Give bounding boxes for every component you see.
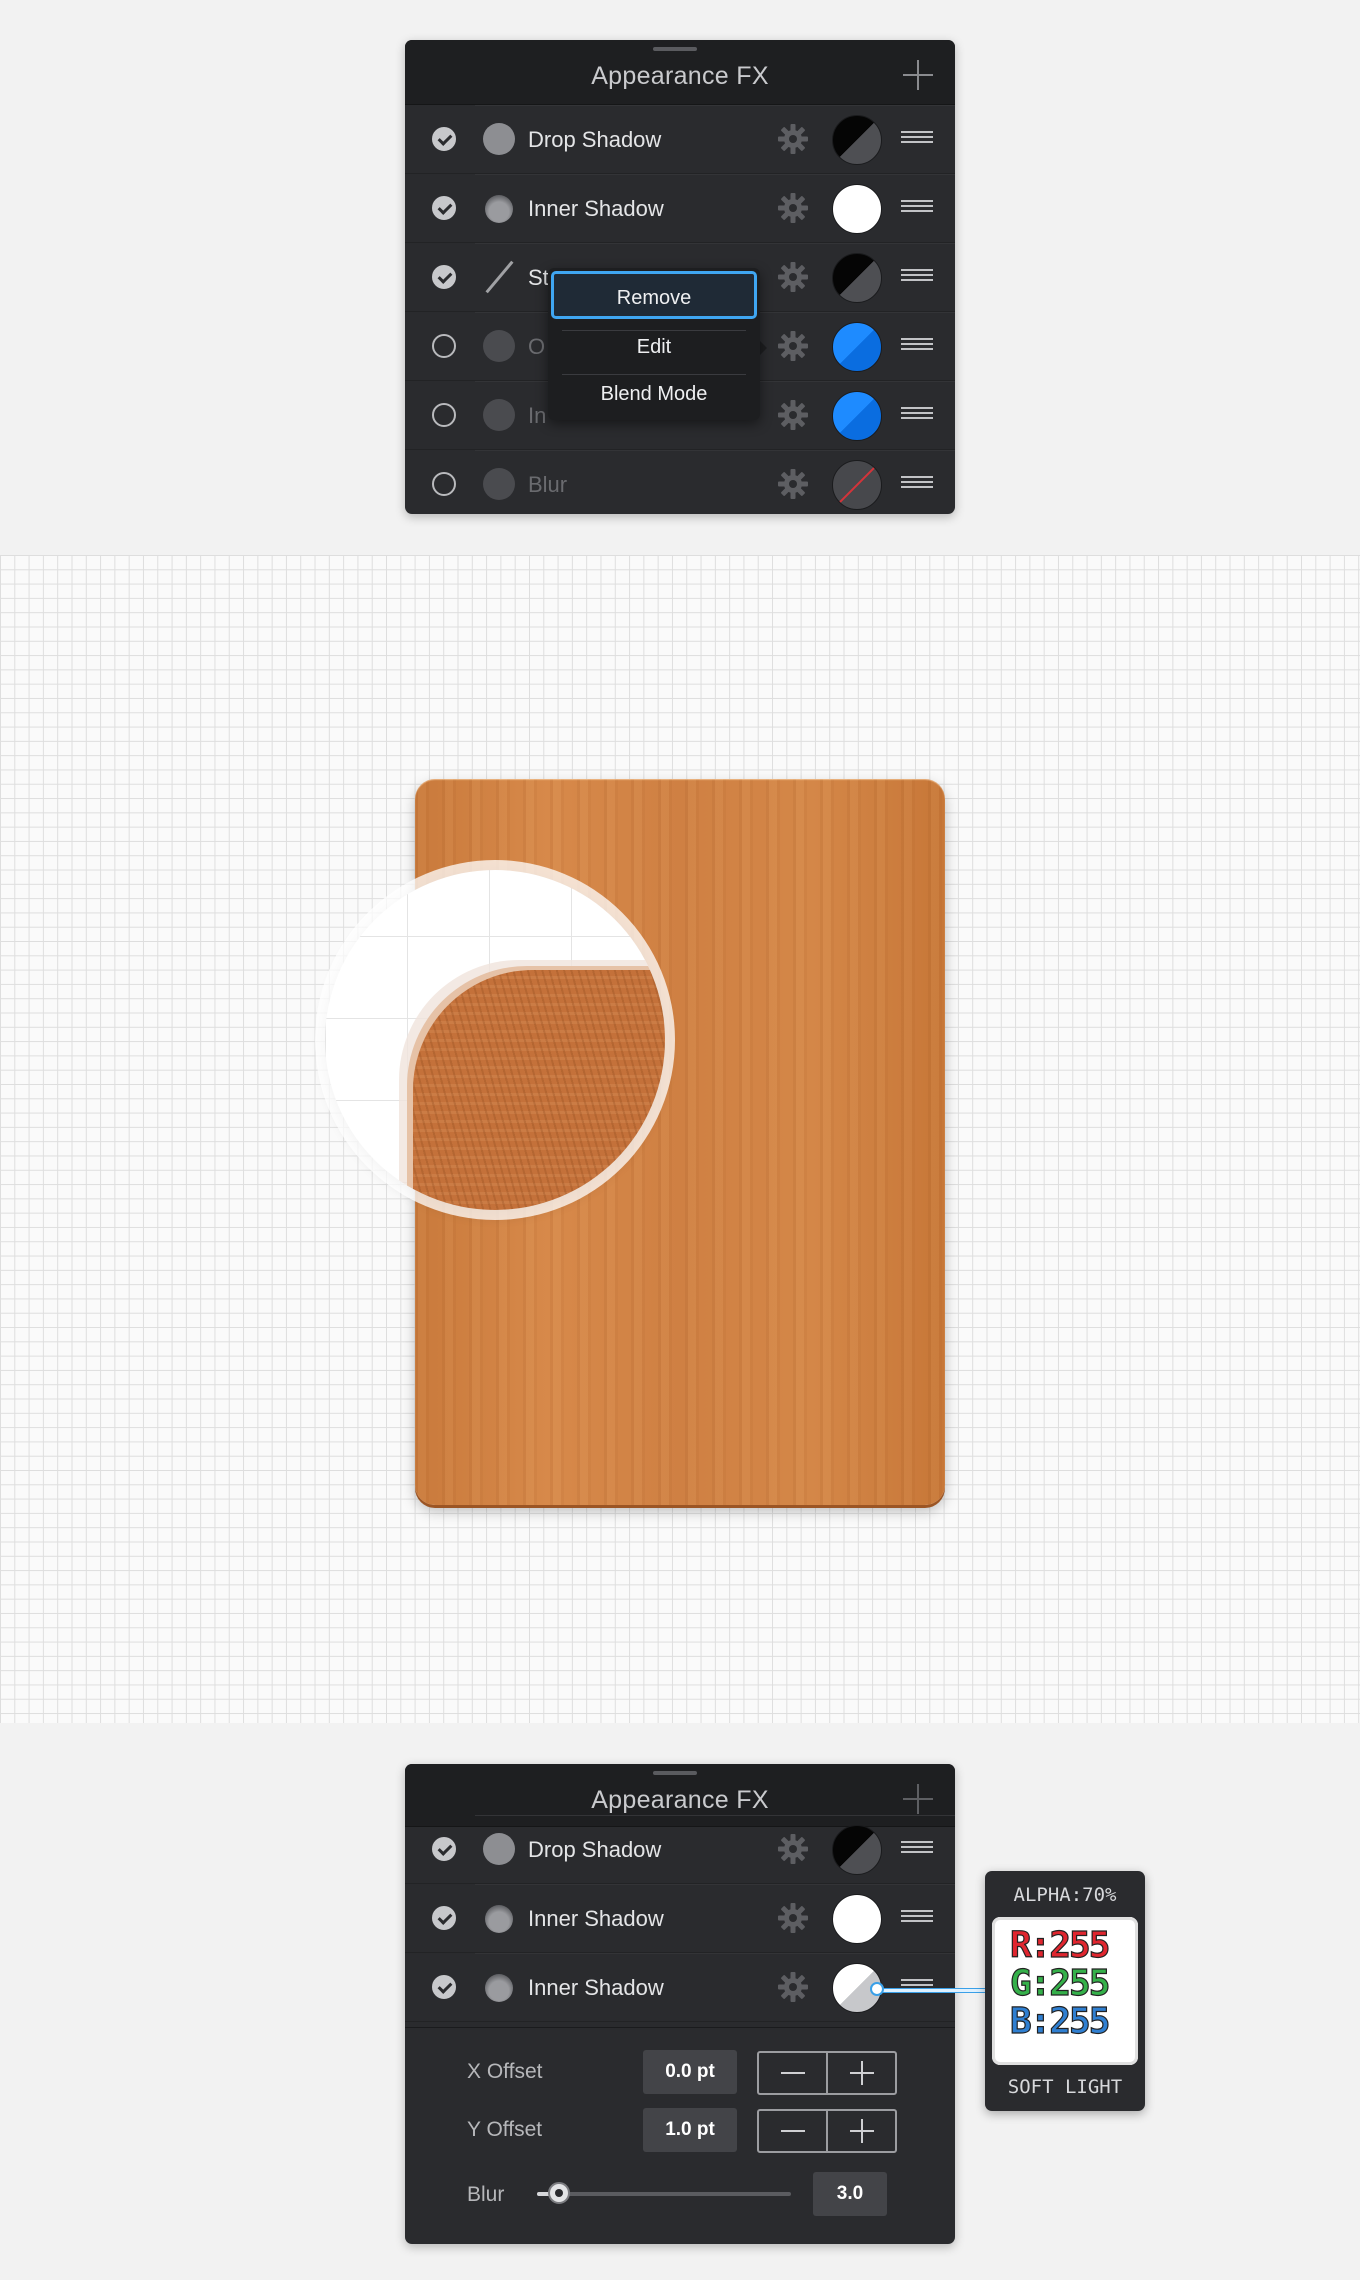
blue-value: B:255 [1009,2000,1111,2042]
effect-checkbox[interactable] [432,403,456,427]
color-swatch[interactable] [832,253,882,303]
drop-shadow-icon [483,1833,515,1865]
callout-connector [878,1988,988,1993]
color-callout: ALPHA:70% R:255 G:255 B:255 SOFT LIGHT [985,1871,1145,2111]
effect-checkbox[interactable] [432,1837,456,1861]
minus-icon[interactable] [781,2130,805,2132]
panel-grip[interactable] [653,1771,697,1775]
gear-icon[interactable] [777,330,809,362]
effect-row-drop-shadow[interactable]: Drop Shadow [405,1815,955,1884]
inner-shadow-icon [485,195,513,223]
drag-handle-icon[interactable] [901,1910,933,1926]
gear-icon[interactable] [777,123,809,155]
panel-header[interactable]: Appearance FX [405,40,955,105]
red-value: R:255 [1009,1924,1111,1966]
plus-icon-stem [861,2061,863,2085]
white-color-swatch: R:255 G:255 B:255 [992,1917,1138,2065]
effect-label: Inner Shadow [528,1906,664,1931]
effect-checkbox[interactable] [432,472,456,496]
effect-label: Drop Shadow [528,127,662,152]
gear-icon[interactable] [777,192,809,224]
effect-row-drop-shadow[interactable]: Drop Shadow [405,105,955,174]
options-divider [405,2027,955,2028]
effect-checkbox[interactable] [432,1975,456,1999]
drag-handle-icon[interactable] [901,476,933,492]
color-swatch[interactable] [832,460,882,510]
design-canvas[interactable] [0,555,1360,1723]
panel-grip[interactable] [653,47,697,51]
blur-slider-thumb[interactable] [548,2182,570,2204]
appearance-fx-panel-bottom: Appearance FX Drop Shadow Inner Shadow I… [405,1764,955,2244]
gear-icon[interactable] [777,399,809,431]
drop-shadow-icon [483,123,515,155]
effect-checkbox[interactable] [432,1906,456,1930]
blur-value-field[interactable]: 3.0 [813,2172,887,2216]
stroke-icon [483,261,515,293]
drag-handle-icon[interactable] [901,131,933,147]
color-swatch[interactable] [832,1825,882,1875]
menu-item-remove[interactable]: Remove [551,271,757,319]
callout-connector-dot [870,1982,884,1996]
y-offset-label: Y Offset [467,2118,543,2141]
plus-icon-stem [861,2119,863,2143]
blend-mode-label: SOFT LIGHT [1007,2076,1123,2098]
context-menu: Remove Edit Blend Mode [548,268,760,420]
y-offset-field[interactable]: 1.0 pt [643,2108,737,2152]
menu-separator [562,374,746,375]
menu-separator [562,330,746,331]
effect-checkbox[interactable] [432,265,456,289]
color-swatch[interactable] [832,1894,882,1944]
effect-label: Drop Shadow [528,1837,662,1862]
panel-title: Appearance FX [591,1786,769,1814]
effect-label: Inner Shadow [528,196,664,221]
effect-label: O [528,334,546,359]
x-offset-field[interactable]: 0.0 pt [643,2050,737,2094]
menu-item-edit[interactable]: Edit [548,336,760,359]
gear-icon[interactable] [777,468,809,500]
drag-handle-icon[interactable] [901,1841,933,1857]
drag-handle-icon[interactable] [901,269,933,285]
effect-label: In [528,403,547,428]
drag-handle-icon[interactable] [901,338,933,354]
color-swatch[interactable] [832,322,882,372]
y-offset-stepper [757,2109,897,2153]
add-effect-button[interactable] [903,60,933,90]
color-swatch[interactable] [832,391,882,441]
effect-label: Inner Shadow [528,1975,664,2000]
gear-icon[interactable] [777,1971,809,2003]
zoom-magnifier [325,870,665,1210]
color-swatch[interactable] [832,115,882,165]
minus-icon[interactable] [781,2072,805,2074]
effect-checkbox[interactable] [432,127,456,151]
outer-glow-icon [483,330,515,362]
inner-shadow-icon [485,1974,513,2002]
green-value: G:255 [1009,1962,1111,2004]
effect-row-inner-shadow[interactable]: Inner Shadow [405,174,955,243]
inner-shadow-icon [485,1905,513,1933]
inner-glow-icon [483,399,515,431]
gear-icon[interactable] [777,1833,809,1865]
effect-row-blur[interactable]: Blur [405,450,955,514]
effect-row-inner-shadow[interactable]: Inner Shadow [405,1884,955,1953]
gear-icon[interactable] [777,1902,809,1934]
color-swatch[interactable] [832,184,882,234]
effect-checkbox[interactable] [432,196,456,220]
blur-slider-track[interactable] [537,2192,791,2196]
effect-checkbox[interactable] [432,334,456,358]
magnified-board-corner [413,970,665,1210]
effect-label: St [528,265,549,290]
x-offset-label: X Offset [467,2060,543,2083]
gear-icon[interactable] [777,261,809,293]
panel-title: Appearance FX [591,62,769,90]
blur-label: Blur [467,2183,505,2206]
drag-handle-icon[interactable] [901,407,933,423]
alpha-label: ALPHA:70% [1013,1884,1117,1906]
x-offset-stepper [757,2051,897,2095]
add-effect-button[interactable] [903,1784,933,1814]
menu-item-blend-mode[interactable]: Blend Mode [548,383,760,406]
effect-label: Blur [528,472,568,497]
blur-icon [483,468,515,500]
drag-handle-icon[interactable] [901,200,933,216]
